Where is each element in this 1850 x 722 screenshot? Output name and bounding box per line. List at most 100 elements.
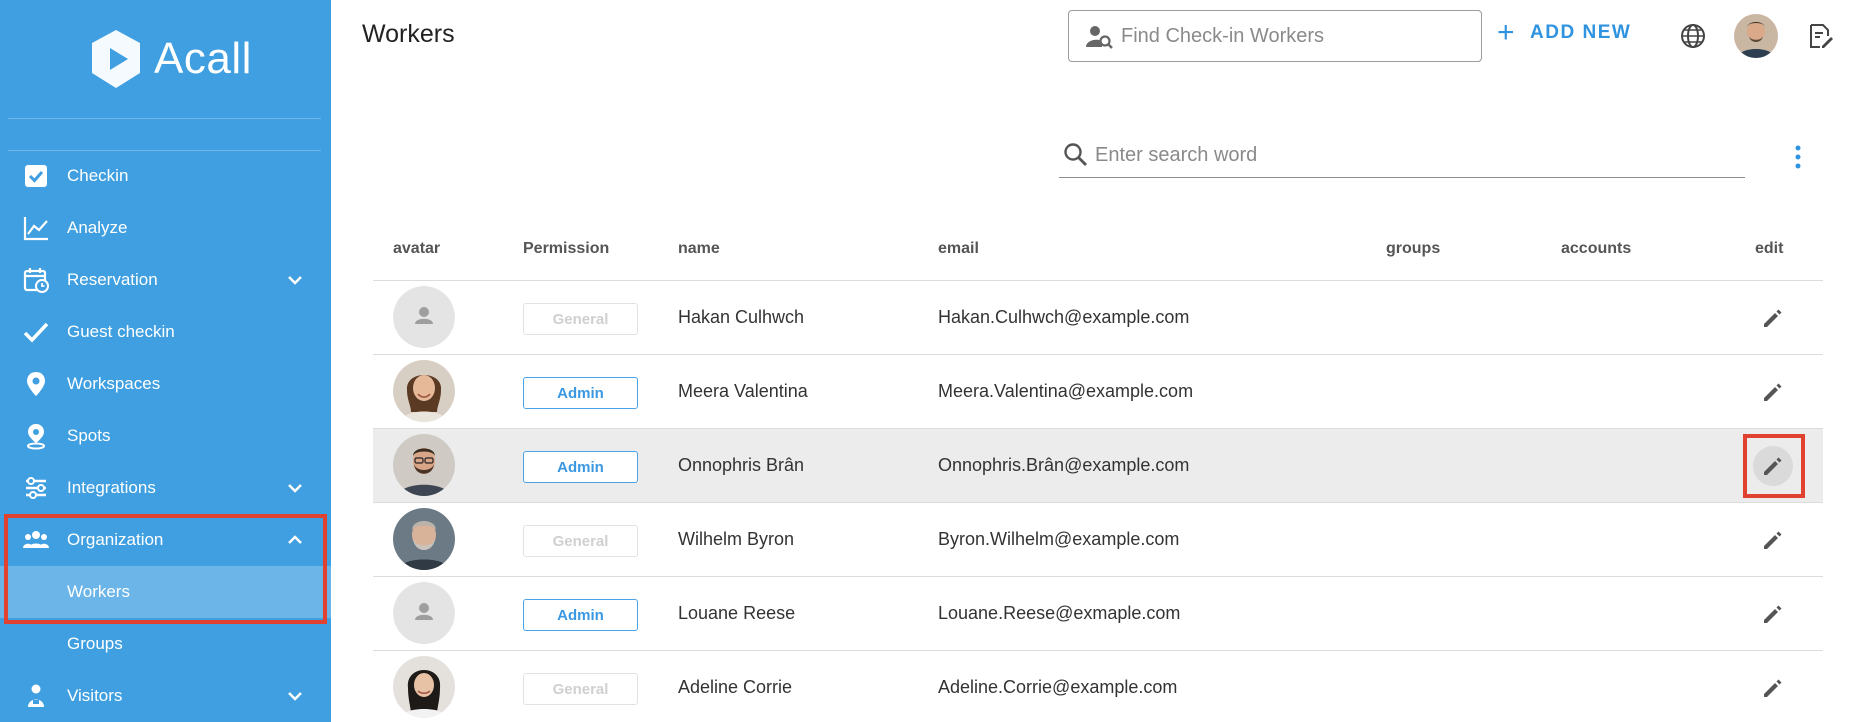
chevron-up-icon[interactable] bbox=[285, 530, 305, 550]
edit-button[interactable] bbox=[1753, 594, 1793, 634]
sidebar-item-checkin[interactable]: Checkin bbox=[0, 150, 331, 202]
sidebar-item-guest-checkin[interactable]: Guest checkin bbox=[0, 306, 331, 358]
add-new-label: ADD NEW bbox=[1530, 22, 1632, 43]
sidebar-item-label: Visitors bbox=[67, 686, 123, 705]
avatar-photo bbox=[393, 434, 455, 496]
sidebar-subitem-groups[interactable]: Groups bbox=[0, 618, 331, 670]
avatar-placeholder bbox=[393, 582, 455, 644]
edit-button[interactable] bbox=[1753, 372, 1793, 412]
sidebar-item-label: Checkin bbox=[67, 166, 129, 185]
calendar-clock-icon bbox=[22, 266, 50, 294]
add-new-button[interactable]: + ADD NEW bbox=[1497, 16, 1632, 49]
sidebar-item-visitors[interactable]: Visitors bbox=[0, 670, 331, 722]
search-input[interactable] bbox=[1095, 138, 1695, 172]
sidebar: Acall Checkin Analyze Reservation Guest … bbox=[0, 0, 331, 722]
sidebar-item-workspaces[interactable]: Workspaces bbox=[0, 358, 331, 410]
permission-badge: Admin bbox=[523, 451, 638, 483]
permission-badge: General bbox=[523, 525, 638, 557]
integrations-icon bbox=[22, 474, 50, 502]
sidebar-subitem-workers[interactable]: Workers bbox=[0, 566, 331, 618]
avatar-placeholder bbox=[393, 286, 455, 348]
sidebar-item-label: Analyze bbox=[67, 218, 128, 237]
sidebar-divider bbox=[8, 118, 321, 119]
sidebar-item-integrations[interactable]: Integrations bbox=[0, 462, 331, 514]
check-icon bbox=[22, 318, 50, 346]
pencil-icon bbox=[1764, 457, 1782, 475]
worker-email: Adeline.Corrie@example.com bbox=[938, 677, 1178, 697]
sidebar-item-spots[interactable]: Spots bbox=[0, 410, 331, 462]
sidebar-item-label: Spots bbox=[67, 426, 111, 445]
checkbox-icon bbox=[22, 162, 50, 190]
worker-name: Wilhelm Byron bbox=[678, 529, 795, 549]
more-options-icon[interactable] bbox=[1790, 144, 1806, 170]
chevron-down-icon[interactable] bbox=[285, 686, 305, 706]
edit-button[interactable] bbox=[1753, 298, 1793, 338]
pencil-icon bbox=[1764, 309, 1782, 327]
edit-button[interactable] bbox=[1753, 446, 1793, 486]
globe-icon[interactable] bbox=[1679, 22, 1707, 50]
document-edit-icon[interactable] bbox=[1806, 22, 1834, 50]
edit-button[interactable] bbox=[1753, 520, 1793, 560]
acall-logo[interactable]: Acall bbox=[88, 28, 252, 90]
column-header-avatar: avatar bbox=[393, 240, 441, 257]
worker-name: Louane Reese bbox=[678, 603, 796, 623]
sidebar-item-analyze[interactable]: Analyze bbox=[0, 202, 331, 254]
permission-badge: General bbox=[523, 303, 638, 335]
user-avatar[interactable] bbox=[1734, 14, 1778, 58]
avatar-photo bbox=[393, 360, 455, 422]
sidebar-subitem-label: Groups bbox=[67, 634, 123, 653]
worker-name: Meera Valentina bbox=[678, 381, 808, 401]
table-row[interactable]: Admin Meera Valentina Meera.Valentina@ex… bbox=[373, 355, 1823, 429]
avatar-photo bbox=[393, 508, 455, 570]
pencil-icon bbox=[1764, 605, 1782, 623]
sidebar-subitem-label: Workers bbox=[67, 582, 130, 601]
avatar-photo bbox=[393, 656, 455, 718]
pencil-icon bbox=[1764, 679, 1782, 697]
worker-email: Hakan.Culhwch@example.com bbox=[938, 307, 1190, 327]
chart-line-icon bbox=[22, 214, 50, 242]
acall-logo-icon bbox=[92, 30, 140, 88]
visitor-icon bbox=[22, 682, 50, 710]
table-row[interactable]: Admin Louane Reese Louane.Reese@exmaple.… bbox=[373, 577, 1823, 651]
page-title: Workers bbox=[362, 20, 455, 48]
person-search-icon bbox=[1085, 23, 1113, 51]
find-workers-input[interactable] bbox=[1121, 19, 1471, 53]
table-row[interactable]: General Hakan Culhwch Hakan.Culhwch@exam… bbox=[373, 281, 1823, 355]
worker-email: Onnophris.Brân@example.com bbox=[938, 455, 1190, 475]
column-header-edit: edit bbox=[1755, 240, 1784, 257]
column-header-permission: Permission bbox=[523, 240, 610, 257]
search-bar[interactable] bbox=[1059, 130, 1745, 178]
sidebar-item-organization[interactable]: Organization bbox=[0, 514, 331, 566]
column-header-email: email bbox=[938, 240, 979, 257]
spot-pin-icon bbox=[22, 422, 50, 450]
sidebar-item-reservation[interactable]: Reservation bbox=[0, 254, 331, 306]
worker-name: Hakan Culhwch bbox=[678, 307, 805, 327]
chevron-down-icon[interactable] bbox=[285, 270, 305, 290]
pencil-icon bbox=[1764, 383, 1782, 401]
search-icon bbox=[1063, 142, 1089, 168]
map-pin-icon bbox=[22, 370, 50, 398]
column-header-accounts: accounts bbox=[1561, 240, 1632, 257]
worker-name: Onnophris Brân bbox=[678, 455, 805, 475]
table-row[interactable]: General Wilhelm Byron Byron.Wilhelm@exam… bbox=[373, 503, 1823, 577]
column-header-name: name bbox=[678, 240, 720, 257]
logo-text: Acall bbox=[154, 34, 252, 83]
sidebar-item-label: Integrations bbox=[67, 478, 156, 497]
worker-name: Adeline Corrie bbox=[678, 677, 793, 697]
permission-badge: General bbox=[523, 673, 638, 705]
find-workers-box[interactable] bbox=[1068, 10, 1482, 62]
people-icon bbox=[22, 526, 50, 554]
edit-button[interactable] bbox=[1753, 668, 1793, 708]
sidebar-item-label: Reservation bbox=[67, 270, 158, 289]
pencil-icon bbox=[1764, 531, 1782, 549]
worker-email: Louane.Reese@exmaple.com bbox=[938, 603, 1181, 623]
chevron-down-icon[interactable] bbox=[285, 478, 305, 498]
table-row[interactable]: Admin Onnophris Brân Onnophris.Brân@exam… bbox=[373, 429, 1823, 503]
permission-badge: Admin bbox=[523, 377, 638, 409]
sidebar-item-label: Guest checkin bbox=[67, 322, 175, 341]
plus-icon: + bbox=[1497, 16, 1517, 49]
table-row[interactable]: General Adeline Corrie Adeline.Corrie@ex… bbox=[373, 651, 1823, 722]
column-header-groups: groups bbox=[1386, 240, 1441, 257]
worker-email: Meera.Valentina@example.com bbox=[938, 381, 1194, 401]
sidebar-item-label: Workspaces bbox=[67, 374, 161, 393]
